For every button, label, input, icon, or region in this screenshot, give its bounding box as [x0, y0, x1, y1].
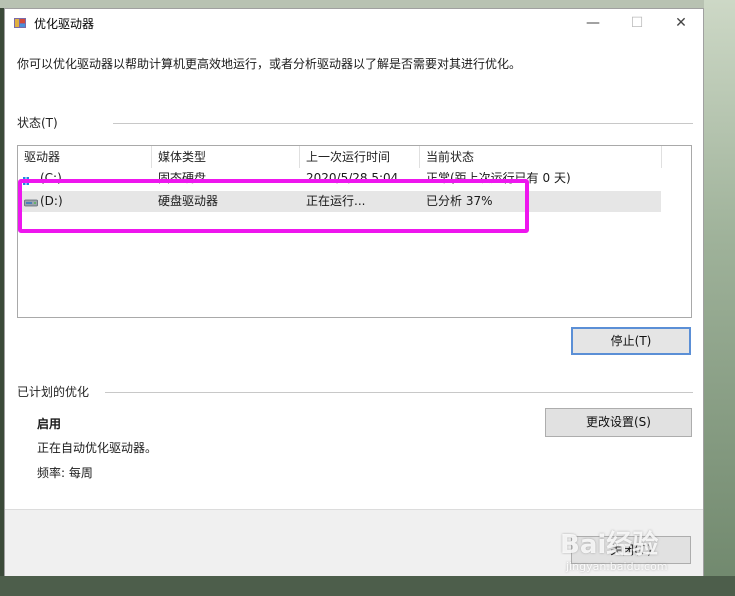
maximize-icon: ☐: [630, 15, 644, 31]
schedule-frequency: 频率: 每周: [37, 466, 93, 480]
close-window-button[interactable]: ✕: [659, 9, 703, 37]
optimize-drives-window: 优化驱动器 — ☐ ✕ 你可以优化驱动器以帮助计算机更高效地运行，或者分析驱动器…: [4, 8, 704, 576]
column-header-last-run[interactable]: 上一次运行时间: [300, 146, 420, 168]
optimize-drives-app-icon: [14, 18, 26, 28]
desktop-background-top: [0, 0, 735, 8]
intro-text: 你可以优化驱动器以帮助计算机更高效地运行，或者分析驱动器以了解是否需要对其进行优…: [17, 57, 522, 71]
minimize-button[interactable]: —: [571, 9, 615, 37]
column-header-current-status[interactable]: 当前状态: [420, 146, 662, 168]
status-divider: [113, 123, 693, 124]
desktop-background-bottom: [0, 576, 735, 596]
minimize-icon: —: [586, 15, 600, 31]
scheduled-section-label: 已计划的优化: [17, 385, 90, 399]
window-title: 优化驱动器: [34, 17, 95, 31]
schedule-description: 正在自动优化驱动器。: [37, 441, 158, 455]
desktop-background-right: [704, 0, 735, 596]
drives-list-header: 驱动器 媒体类型 上一次运行时间 当前状态: [18, 146, 691, 168]
scheduled-divider: [105, 392, 693, 393]
title-bar[interactable]: 优化驱动器 — ☐ ✕: [5, 9, 703, 37]
change-settings-button[interactable]: 更改设置(S): [545, 408, 692, 437]
column-header-media-type[interactable]: 媒体类型: [152, 146, 300, 168]
drives-list-scrollbar[interactable]: [674, 146, 691, 317]
maximize-button[interactable]: ☐: [615, 9, 659, 37]
column-header-drive[interactable]: 驱动器: [18, 146, 152, 168]
status-section-label: 状态(T): [17, 116, 58, 130]
stop-button[interactable]: 停止(T): [571, 327, 691, 355]
close-icon: ✕: [675, 15, 687, 31]
watermark-site: jingyan.baidu.com: [566, 560, 668, 573]
schedule-status: 启用: [37, 417, 62, 431]
annotation-highlight-box: [18, 179, 529, 233]
watermark-brand: Bai经验: [560, 530, 659, 560]
